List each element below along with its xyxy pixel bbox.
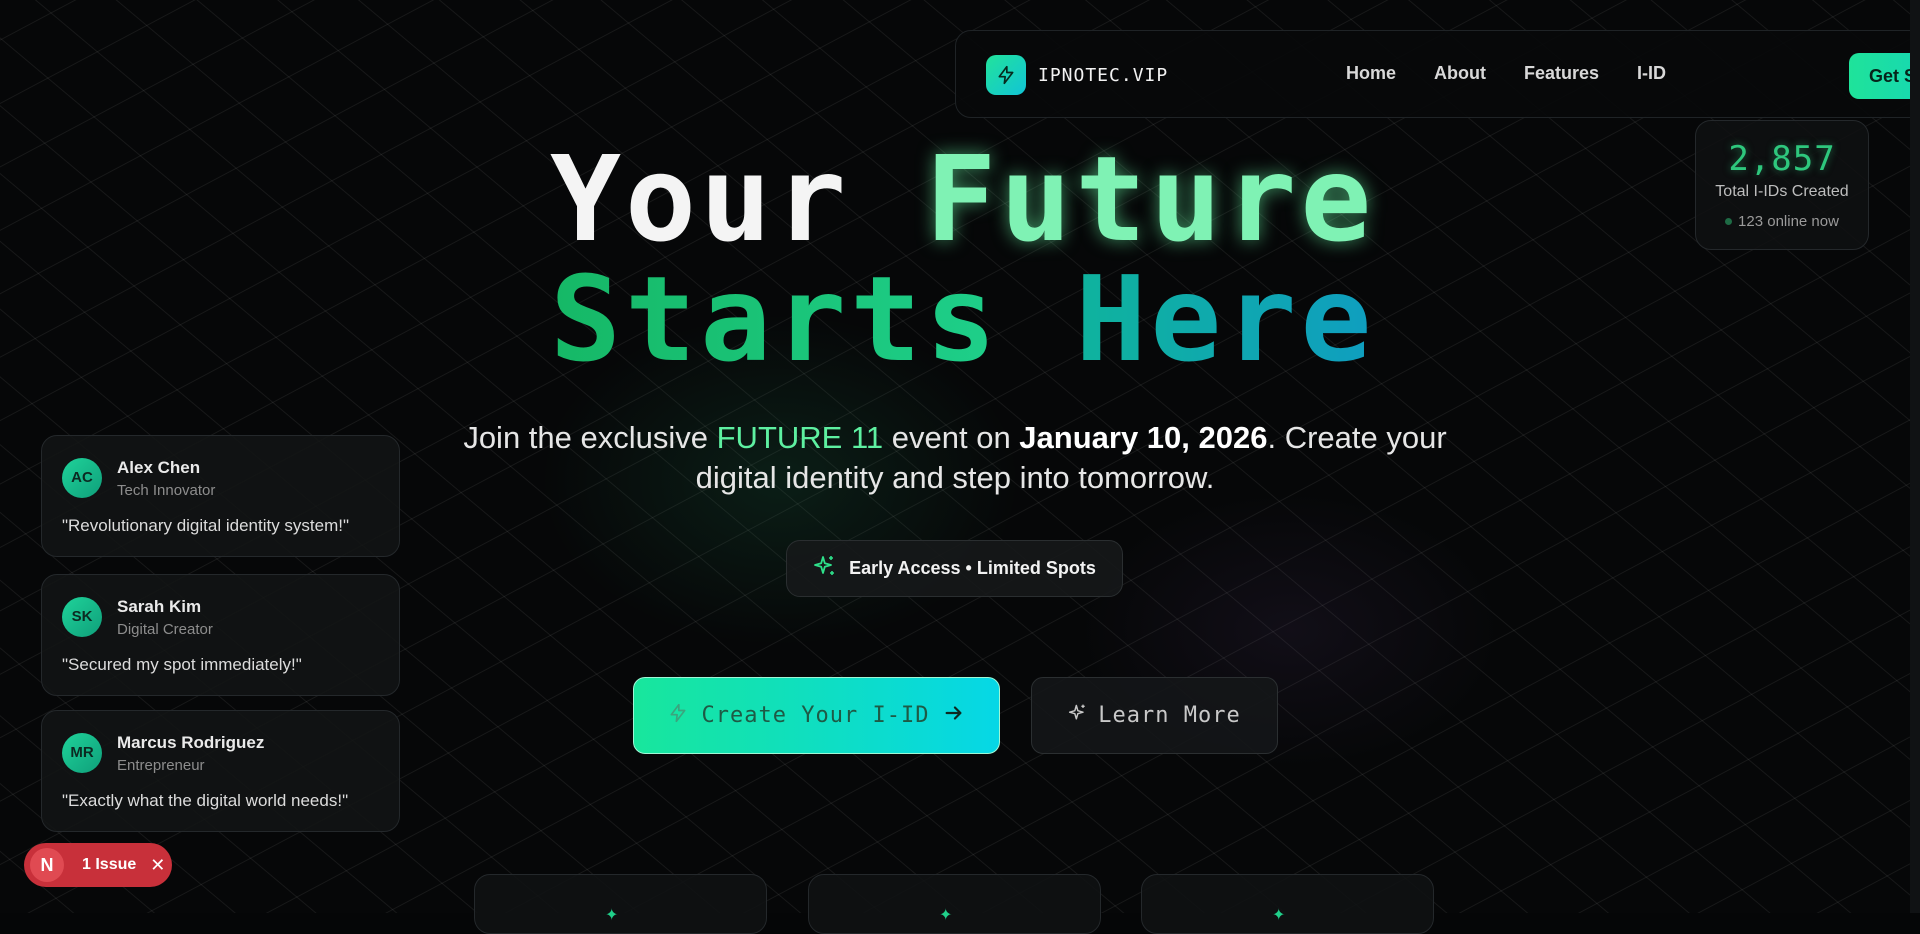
next-logo-icon: N <box>30 848 64 882</box>
online-status: 123 online now <box>1696 213 1868 230</box>
event-name: FUTURE 11 <box>716 420 884 455</box>
learn-more-button[interactable]: Learn More <box>1031 677 1278 754</box>
avatar: SK <box>62 597 102 637</box>
lightning-icon <box>668 703 688 728</box>
sparkle-icon <box>1068 703 1088 728</box>
early-access-text: Early Access • Limited Spots <box>849 558 1096 578</box>
online-count: 123 online now <box>1738 213 1839 230</box>
lightning-icon <box>986 55 1026 95</box>
subtitle-text: event on <box>883 420 1020 455</box>
sparkle-icon: ✦ <box>939 907 953 924</box>
issues-badge[interactable]: N 1 Issue ✕ <box>24 843 172 887</box>
issue-count: 1 Issue <box>82 856 137 873</box>
nav-link-about[interactable]: About <box>1434 63 1486 84</box>
hero-word-here: Here <box>1075 250 1376 388</box>
nav-link-features[interactable]: Features <box>1524 63 1599 84</box>
hero-word-future: Future <box>925 130 1376 268</box>
hero-title-line-2: Starts Here <box>550 250 1375 388</box>
feature-card: ✦ <box>808 874 1101 934</box>
scrollbar[interactable] <box>1910 0 1920 913</box>
online-dot-icon <box>1725 218 1733 225</box>
sparkle-icon: ✦ <box>1272 907 1286 924</box>
top-navbar: IPNOTEC.VIP Home About Features I-ID Get… <box>955 30 1920 118</box>
sparkle-icon: ✦ <box>605 907 619 924</box>
sparkle-icon <box>813 554 837 583</box>
brand[interactable]: IPNOTEC.VIP <box>986 55 1168 95</box>
hero-subtitle: Join the exclusive FUTURE 11 event on Ja… <box>430 418 1480 498</box>
testimonial-role: Digital Creator <box>117 621 213 638</box>
feature-card: ✦ <box>474 874 767 934</box>
feature-card: ✦ <box>1141 874 1434 934</box>
testimonial-card: AC Alex Chen Tech Innovator "Revolutiona… <box>41 435 400 557</box>
nav-link-i-id[interactable]: I-ID <box>1637 63 1666 84</box>
testimonial-name: Alex Chen <box>117 458 201 477</box>
total-label: Total I-IDs Created <box>1715 183 1849 200</box>
early-access-badge: Early Access • Limited Spots <box>786 540 1123 597</box>
testimonial-quote: "Exactly what the digital world needs!" <box>62 791 349 810</box>
arrow-right-icon <box>943 702 965 729</box>
testimonial-card: SK Sarah Kim Digital Creator "Secured my… <box>41 574 400 696</box>
close-icon[interactable]: ✕ <box>150 855 165 876</box>
testimonial-name: Sarah Kim <box>117 597 202 616</box>
total-count: 2,857 <box>1728 139 1836 179</box>
nav-links: Home About Features I-ID <box>1346 63 1666 84</box>
brand-name: IPNOTEC.VIP <box>1038 64 1169 86</box>
hero-word-your: Your <box>550 130 851 268</box>
learn-more-label: Learn More <box>1098 703 1241 728</box>
event-date: January 10, 2026 <box>1019 420 1268 455</box>
testimonial-name: Marcus Rodriguez <box>117 733 265 752</box>
subtitle-text: Join the exclusive <box>463 420 717 455</box>
nav-link-home[interactable]: Home <box>1346 63 1396 84</box>
stats-card: 2,857 Total I-IDs Created 123 online now <box>1695 120 1869 250</box>
testimonial-role: Tech Innovator <box>117 482 216 499</box>
avatar: MR <box>62 733 102 773</box>
avatar: AC <box>62 458 102 498</box>
create-i-id-label: Create Your I-ID <box>701 703 930 728</box>
testimonial-card: MR Marcus Rodriguez Entrepreneur "Exactl… <box>41 710 400 832</box>
hero-title-line-1: Your Future <box>550 130 1375 268</box>
create-i-id-button[interactable]: Create Your I-ID <box>633 677 1000 754</box>
testimonial-quote: "Secured my spot immediately!" <box>62 655 302 674</box>
testimonial-quote: "Revolutionary digital identity system!" <box>62 516 350 535</box>
testimonial-role: Entrepreneur <box>117 757 205 774</box>
hero-word-starts: Starts <box>550 250 1001 388</box>
